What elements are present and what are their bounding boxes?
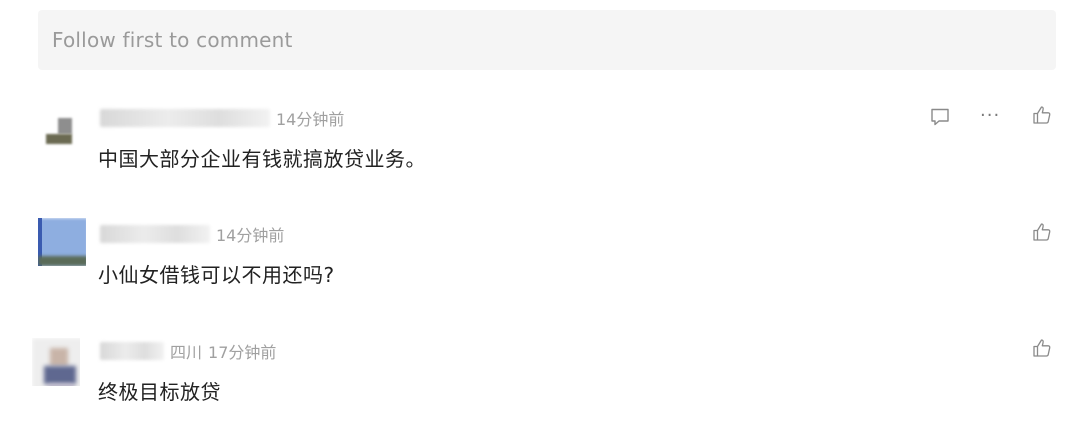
reply-icon[interactable]: [930, 107, 950, 127]
username-redacted[interactable]: [100, 225, 210, 243]
username-redacted[interactable]: [100, 109, 270, 127]
comment-meta: 14分钟前: [100, 223, 284, 245]
comment-text: 终极目标放贷: [98, 380, 221, 404]
comment-time: 17分钟前: [208, 343, 277, 362]
comment-input-placeholder: Follow first to comment: [52, 28, 293, 52]
comment-meta: 14分钟前: [100, 107, 344, 129]
comment-location: 四川: [170, 343, 203, 362]
like-icon[interactable]: [1032, 105, 1052, 125]
username-redacted[interactable]: [100, 342, 164, 360]
avatar[interactable]: [32, 338, 80, 386]
comment-section: Follow first to comment 14分钟前 中国大部分企业有钱就…: [0, 0, 1080, 426]
comment-input[interactable]: Follow first to comment: [38, 10, 1056, 70]
comment-text: 中国大部分企业有钱就搞放贷业务。: [98, 147, 426, 171]
comment-time: 14分钟前: [216, 226, 285, 245]
like-icon[interactable]: [1032, 338, 1052, 358]
like-icon[interactable]: [1032, 222, 1052, 242]
comment-time: 14分钟前: [276, 110, 345, 129]
comment-text: 小仙女借钱可以不用还吗?: [98, 263, 335, 287]
avatar[interactable]: [38, 218, 86, 266]
more-icon[interactable]: ···: [980, 107, 1000, 125]
avatar[interactable]: [44, 100, 92, 148]
comment-meta: 四川 17分钟前: [100, 340, 276, 362]
